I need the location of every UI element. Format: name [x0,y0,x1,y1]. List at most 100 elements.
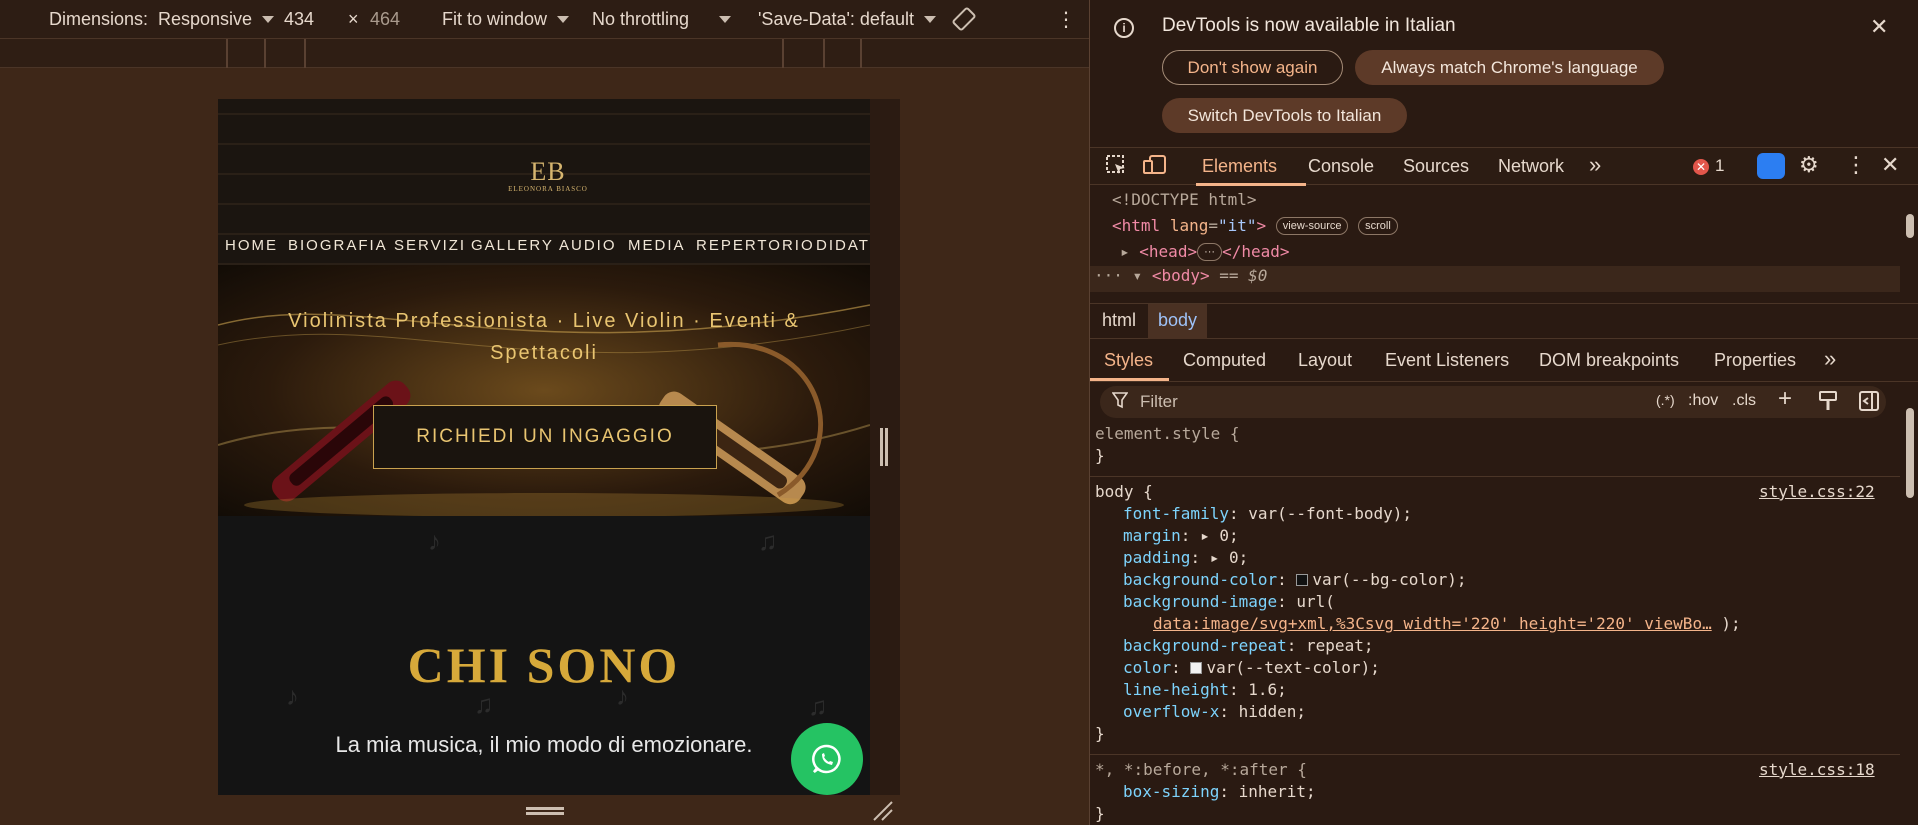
tab-styles[interactable]: Styles [1104,350,1153,371]
resize-handle-width[interactable] [880,428,888,466]
styles-filter-bar[interactable]: Filter (.*) [1100,386,1886,418]
tab-computed[interactable]: Computed [1183,350,1266,371]
styles-scroll-thumb[interactable] [1906,408,1914,498]
collapse-arrow-icon[interactable]: ▾ [1133,266,1143,285]
css-declaration[interactable]: line-height: 1.6; [1123,680,1287,702]
nav-item-home[interactable]: HOME [225,237,278,254]
resize-corner-icon[interactable] [872,800,894,822]
save-data-select[interactable]: 'Save-Data': default [758,0,936,38]
more-actions-icon[interactable]: ··· [1094,266,1123,285]
inspect-element-icon[interactable] [1104,153,1128,182]
filter-input[interactable]: Filter [1140,392,1178,412]
nav-item-repertorio[interactable]: REPERTORIO [696,237,815,254]
about-section: ♪ ♫ ♪ ♫ ♪ ♫ CHI SONO La mia musica, il m… [218,516,870,795]
infobar-message: DevTools is now available in Italian [1162,15,1456,36]
close-infobar-icon[interactable]: ✕ [1870,14,1888,40]
toggle-sidebar-icon[interactable] [1858,390,1880,417]
nav-item-didattica[interactable]: DIDAT [816,237,870,254]
more-tabs-icon[interactable]: » [1589,152,1601,178]
dom-scroll-thumb[interactable] [1906,214,1914,238]
about-title: CHI SONO [407,637,681,693]
new-rule-icon[interactable]: + [1778,385,1792,413]
regex-toggle[interactable]: (.*) [1656,392,1675,408]
breadcrumb-html[interactable]: html [1092,304,1146,339]
more-tabs-icon[interactable]: » [1824,346,1836,372]
zoom-select[interactable]: Fit to window [442,0,570,38]
css-declaration[interactable]: box-sizing: inherit; [1123,782,1316,804]
customize-menu-icon[interactable]: ⋮ [1845,152,1867,178]
device-pane: Dimensions: Responsive 434 × 464 Fit to … [0,0,1089,825]
nav-item-servizi[interactable]: SERVIZI [394,237,466,254]
nav-item-biografia[interactable]: BIOGRAFIA [288,237,388,254]
tab-event-listeners[interactable]: Event Listeners [1385,350,1509,371]
lang-value: "it" [1217,216,1257,235]
tab-elements[interactable]: Elements [1202,156,1277,177]
switch-to-italian-button[interactable]: Switch DevTools to Italian [1162,98,1407,133]
nav-item-gallery[interactable]: GALLERY [471,237,554,254]
dont-show-again-button[interactable]: Don't show again [1162,50,1343,85]
more-options-icon[interactable]: ⋮ [1056,0,1076,38]
error-counter[interactable]: ✕ 1 [1693,156,1724,176]
css-declaration[interactable]: background-repeat: repeat; [1123,636,1373,658]
css-declaration[interactable]: font-family: var(--font-body); [1123,504,1412,526]
expand-arrow-icon[interactable]: ▸ [1120,242,1130,261]
settings-gear-icon[interactable]: ⚙ [1799,152,1819,178]
height-input[interactable]: 464 [370,0,400,38]
css-declaration[interactable]: margin: ▸ 0; [1123,526,1239,548]
resize-handle-height[interactable] [526,807,564,815]
css-declaration[interactable]: padding: ▸ 0; [1123,548,1248,570]
whatsapp-button[interactable] [791,723,863,795]
dom-doctype[interactable]: <!DOCTYPE html> [1112,190,1257,216]
tab-sources[interactable]: Sources [1403,156,1469,177]
dom-head-node[interactable]: ▸ <head> ··· </head> [1120,242,1290,268]
class-toggle[interactable]: .cls [1732,392,1756,410]
scroll-badge[interactable]: scroll [1358,217,1398,235]
tab-properties[interactable]: Properties [1714,350,1796,371]
music-note-icon: ♪ [428,526,441,556]
universal-selector[interactable]: *, *:before, *:after { [1095,760,1307,782]
css-declaration[interactable]: color: var(--text-color); [1123,658,1380,680]
close-devtools-icon[interactable]: ✕ [1881,152,1899,178]
throttling-select[interactable]: No throttling [592,0,732,38]
body-selector[interactable]: body { [1095,482,1153,504]
tab-network[interactable]: Network [1498,156,1564,177]
rule-close-brace: } [1095,724,1105,743]
device-toolbar-icon[interactable] [1142,153,1168,182]
dom-scrollbar[interactable] [1900,186,1918,302]
width-input[interactable]: 434 [284,0,314,38]
tab-dom-breakpoints[interactable]: DOM breakpoints [1539,350,1679,371]
head-tag: <head> [1139,242,1198,261]
styles-subtabs: Styles Computed Layout Event Listeners D… [1090,340,1918,382]
device-preset-select[interactable]: Responsive [158,0,275,38]
color-swatch[interactable] [1190,662,1203,674]
color-swatch[interactable] [1296,574,1309,586]
always-match-language-button[interactable]: Always match Chrome's language [1355,50,1664,85]
css-declaration[interactable]: background-image: url( [1123,592,1335,614]
nav-item-media[interactable]: MEDIA [628,237,686,254]
cta-book-button[interactable]: RICHIEDI UN INGAGGIO [373,405,717,469]
nav-item-audio[interactable]: AUDIO [559,237,617,254]
divider [1090,476,1902,477]
dom-html-node[interactable]: <html lang="it"> view-source scroll [1112,216,1398,242]
element-style-selector[interactable]: element.style { [1095,424,1240,446]
hover-state-toggle[interactable]: :hov [1688,392,1718,410]
save-data-value: 'Save-Data': default [758,8,914,29]
css-declaration[interactable]: overflow-x: hidden; [1123,702,1306,724]
rotate-icon[interactable] [951,0,977,38]
css-url-value[interactable]: data:image/svg+xml,%3Csvg width='220' he… [1153,614,1741,636]
universal-source-link[interactable]: style.css:18 [1759,760,1875,782]
tab-console[interactable]: Console [1308,156,1374,177]
breadcrumb-body[interactable]: body [1148,304,1208,339]
paint-roller-icon[interactable] [1818,390,1838,417]
tab-layout[interactable]: Layout [1298,350,1352,371]
body-source-link[interactable]: style.css:22 [1759,482,1875,504]
css-declaration[interactable]: background-color: var(--bg-color); [1123,570,1467,592]
ai-assistance-icon[interactable] [1757,153,1785,179]
view-source-badge[interactable]: view-source [1275,217,1349,235]
hero-tagline-line1: Violinista Professionista · Live Violin … [288,310,800,332]
site-logo[interactable]: EB ELEONORA BIASCO [508,157,588,193]
styles-scrollbar[interactable] [1900,386,1918,825]
collapsed-ellipsis[interactable]: ··· [1197,243,1223,261]
chevron-down-icon [262,15,275,23]
dom-body-node[interactable]: ··· ▾ <body> == $0 [1090,266,1902,292]
